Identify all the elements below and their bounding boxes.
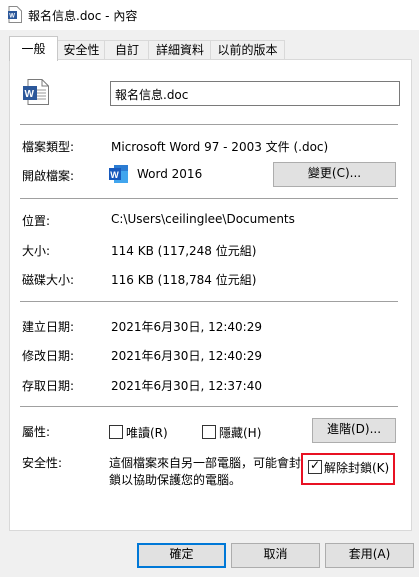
unblock-checkbox[interactable]	[308, 458, 322, 474]
tab-security[interactable]: 安全性	[56, 40, 107, 60]
word-document-icon: W	[8, 6, 22, 23]
security-text-line1: 這個檔案來自另一部電腦，可能會封	[109, 456, 301, 470]
separator	[20, 406, 398, 407]
size-on-disk-value: 116 KB (118,784 位元組)	[111, 273, 257, 287]
filename-input[interactable]: 報名信息.doc	[110, 81, 400, 106]
file-type-value: Microsoft Word 97 - 2003 文件 (.doc)	[111, 140, 329, 154]
separator	[20, 124, 398, 125]
security-label: 安全性:	[22, 456, 63, 470]
security-text-line2: 鎖以協助保護您的電腦。	[109, 473, 242, 487]
tab-custom[interactable]: 自訂	[104, 40, 150, 60]
modified-value: 2021年6月30日, 12:40:29	[111, 349, 262, 363]
tab-general[interactable]: 一般	[9, 36, 58, 61]
word-document-icon: W	[23, 79, 49, 105]
file-type-label: 檔案類型:	[22, 140, 75, 154]
ok-button[interactable]: 確定	[137, 543, 226, 568]
svg-text:W: W	[110, 170, 119, 180]
hidden-label[interactable]: 隱藏(H)	[219, 424, 261, 441]
readonly-checkbox[interactable]	[109, 425, 123, 439]
opens-with-value: Word 2016	[137, 167, 203, 181]
size-on-disk-label: 磁碟大小:	[22, 273, 75, 287]
created-value: 2021年6月30日, 12:40:29	[111, 320, 262, 334]
accessed-value: 2021年6月30日, 12:37:40	[111, 379, 262, 393]
size-label: 大小:	[22, 244, 51, 258]
tab-details[interactable]: 詳細資料	[148, 40, 212, 60]
size-value: 114 KB (117,248 位元組)	[111, 244, 257, 258]
cancel-button[interactable]: 取消	[231, 543, 320, 568]
location-label: 位置:	[22, 214, 51, 228]
svg-text:W: W	[9, 14, 15, 20]
opens-with-label: 開啟檔案:	[22, 169, 75, 183]
accessed-label: 存取日期:	[22, 379, 75, 393]
word-app-icon: W	[109, 165, 128, 183]
tab-previous-versions[interactable]: 以前的版本	[210, 40, 285, 60]
hidden-checkbox[interactable]	[202, 425, 216, 439]
attributes-label: 屬性:	[22, 425, 51, 439]
filename-value: 報名信息.doc	[115, 88, 189, 102]
svg-text:W: W	[25, 89, 35, 100]
readonly-label[interactable]: 唯讀(R)	[126, 424, 168, 441]
unblock-label[interactable]: 解除封鎖(K)	[324, 459, 389, 476]
title-bar: W 報名信息.doc - 內容	[0, 0, 419, 30]
change-button[interactable]: 變更(C)...	[273, 162, 396, 187]
advanced-button[interactable]: 進階(D)...	[312, 418, 396, 443]
location-value: C:\Users\ceilinglee\Documents	[111, 212, 295, 226]
created-label: 建立日期:	[22, 320, 75, 334]
separator	[20, 301, 398, 302]
window-title: 報名信息.doc - 內容	[28, 9, 138, 23]
apply-button[interactable]: 套用(A)	[325, 543, 414, 568]
separator	[20, 198, 398, 199]
modified-label: 修改日期:	[22, 349, 75, 363]
